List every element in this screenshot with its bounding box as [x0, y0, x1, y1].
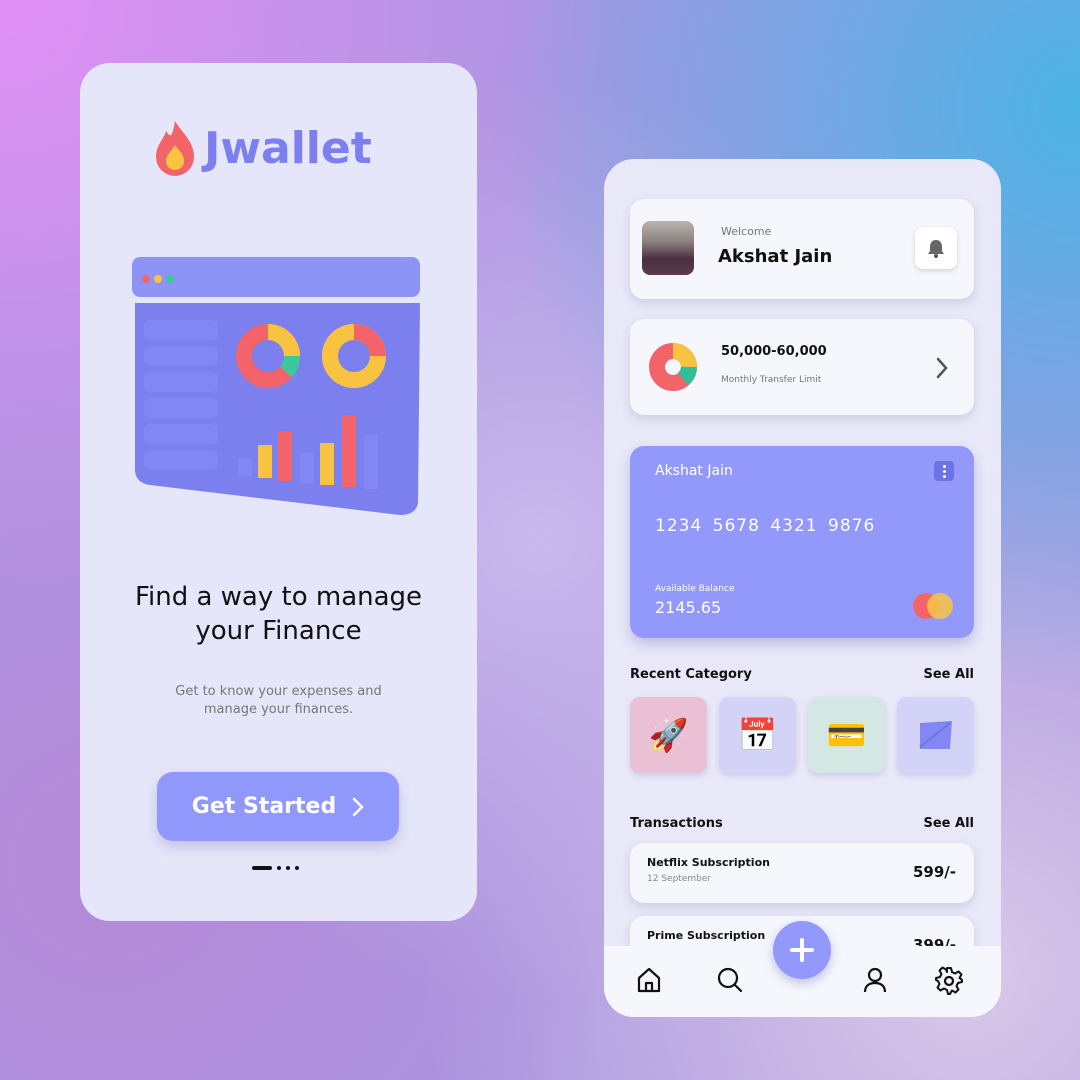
- see-all-link[interactable]: See All: [924, 667, 975, 682]
- add-button[interactable]: [773, 921, 831, 979]
- see-all-link[interactable]: See All: [924, 816, 975, 831]
- page-dot[interactable]: [286, 866, 290, 870]
- category-rocket[interactable]: 🚀: [630, 697, 707, 773]
- home-screen: Welcome Akshat Jain 50,000-60,000 Monthl…: [604, 159, 1001, 1017]
- transaction-title: Netflix Subscription: [647, 856, 770, 869]
- get-started-button[interactable]: Get Started: [157, 772, 399, 841]
- search-icon[interactable]: [716, 966, 744, 994]
- avatar[interactable]: [642, 221, 694, 275]
- brand-name: Jwallet: [204, 122, 372, 174]
- page-dot[interactable]: [295, 866, 299, 870]
- chevron-right-icon: [352, 797, 364, 816]
- headline: Find a way to manage your Finance: [80, 580, 477, 648]
- limit-label: Monthly Transfer Limit: [721, 375, 822, 385]
- get-started-label: Get Started: [191, 794, 337, 819]
- transactions-header: Transactions See All: [630, 816, 974, 831]
- user-name: Akshat Jain: [718, 246, 833, 267]
- page-indicator: [252, 866, 299, 870]
- balance-label: Available Balance: [655, 584, 735, 594]
- headline-line-2: your Finance: [195, 616, 362, 646]
- profile-icon[interactable]: [861, 966, 889, 994]
- home-icon[interactable]: [635, 966, 663, 994]
- welcome-label: Welcome: [721, 225, 772, 238]
- card-holder: Akshat Jain: [655, 463, 733, 479]
- bank-card[interactable]: Akshat Jain 1234 5678 4321 9876 Availabl…: [630, 446, 974, 638]
- flame-icon: [156, 121, 194, 176]
- transaction-title: Prime Subscription: [647, 929, 766, 942]
- subtitle-line-2: manage your finances.: [203, 702, 354, 717]
- transfer-limit-card[interactable]: 50,000-60,000 Monthly Transfer Limit: [630, 319, 974, 415]
- category-list: 🚀 📅 💳: [630, 697, 974, 773]
- credit-card-icon: 💳: [826, 716, 867, 754]
- card-number: 1234 5678 4321 9876: [655, 516, 876, 536]
- mastercard-icon: [913, 593, 953, 619]
- bell-icon: [928, 240, 944, 258]
- balance-value: 2145.65: [655, 598, 722, 617]
- page-dot-active[interactable]: [252, 866, 272, 870]
- recent-category-header: Recent Category See All: [630, 667, 974, 682]
- add-icon: [790, 938, 814, 962]
- subtitle: Get to know your expenses and manage your…: [80, 683, 477, 719]
- brand-logo: Jwallet: [154, 119, 372, 177]
- envelope-icon: [918, 721, 952, 749]
- transaction-row[interactable]: Netflix Subscription 12 September 599/-: [630, 843, 974, 903]
- headline-line-1: Find a way to manage: [134, 582, 423, 612]
- onboarding-screen: Jwallet Find a way to manage your Finance…: [80, 63, 477, 921]
- section-title: Recent Category: [630, 667, 752, 682]
- calendar-icon: 📅: [737, 716, 778, 754]
- section-title: Transactions: [630, 816, 723, 831]
- limit-value: 50,000-60,000: [721, 344, 827, 359]
- more-options-icon[interactable]: [934, 461, 954, 481]
- settings-icon[interactable]: [934, 966, 964, 996]
- subtitle-line-1: Get to know your expenses and: [175, 684, 382, 699]
- category-envelope[interactable]: [897, 697, 974, 773]
- category-calendar[interactable]: 📅: [719, 697, 796, 773]
- notification-button[interactable]: [915, 227, 957, 269]
- category-card[interactable]: 💳: [808, 697, 885, 773]
- chevron-right-icon[interactable]: [936, 357, 948, 379]
- pie-chart-icon: [649, 343, 697, 391]
- transaction-amount: 599/-: [912, 863, 956, 881]
- dashboard-illustration: [132, 257, 420, 515]
- rocket-icon: 🚀: [648, 716, 689, 754]
- transaction-date: 12 September: [647, 874, 712, 884]
- welcome-card: Welcome Akshat Jain: [630, 199, 974, 299]
- page-dot[interactable]: [277, 866, 281, 870]
